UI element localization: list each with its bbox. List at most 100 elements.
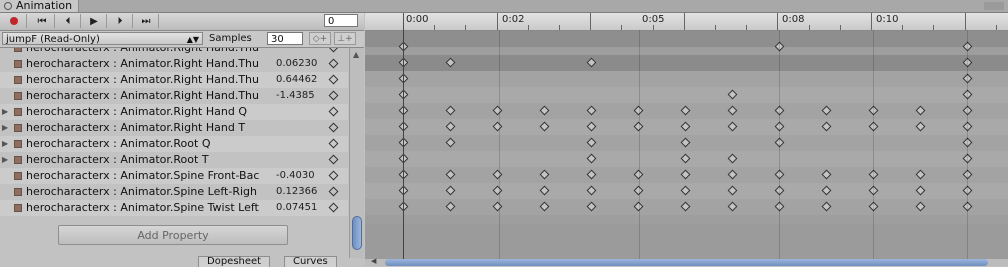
record-button[interactable] bbox=[2, 14, 27, 28]
expand-arrow-icon[interactable]: ▶ bbox=[2, 155, 8, 164]
keyframe[interactable] bbox=[915, 121, 926, 132]
keyframe[interactable] bbox=[539, 121, 550, 132]
keyframe-diamond-icon[interactable] bbox=[328, 106, 339, 117]
keyframe[interactable] bbox=[727, 89, 738, 100]
expand-arrow-icon[interactable]: ▶ bbox=[2, 123, 8, 132]
keyframe-diamond-icon[interactable] bbox=[328, 186, 339, 197]
keyframe[interactable] bbox=[680, 137, 691, 148]
add-event-button[interactable]: ⊥+ bbox=[334, 32, 356, 45]
keyframe-diamond-icon[interactable] bbox=[328, 74, 339, 85]
keyframe[interactable] bbox=[727, 185, 738, 196]
keyframe-diamond-icon[interactable] bbox=[328, 58, 339, 69]
samples-field[interactable]: 30 bbox=[267, 32, 303, 45]
expand-arrow-icon[interactable]: ▶ bbox=[2, 139, 8, 148]
property-value[interactable]: 0.12366 bbox=[276, 184, 330, 200]
keyframe[interactable] bbox=[445, 105, 456, 116]
keyframe[interactable] bbox=[821, 121, 832, 132]
property-row[interactable]: herocharacterx : Animator.Right Hand.Thu… bbox=[0, 88, 348, 104]
keyframe-track[interactable] bbox=[365, 151, 1008, 167]
keyframe-track[interactable] bbox=[365, 119, 1008, 135]
keyframe[interactable] bbox=[492, 201, 503, 212]
keyframe[interactable] bbox=[445, 121, 456, 132]
timeline-scroll-thumb[interactable] bbox=[385, 259, 988, 266]
keyframe-area[interactable] bbox=[365, 47, 1008, 224]
first-frame-button[interactable]: ⏮ bbox=[30, 14, 55, 28]
keyframe[interactable] bbox=[821, 185, 832, 196]
keyframe-track[interactable] bbox=[365, 55, 1008, 71]
last-frame-button[interactable]: ⏭ bbox=[134, 14, 159, 28]
keyframe[interactable] bbox=[445, 201, 456, 212]
keyframe[interactable] bbox=[586, 169, 597, 180]
keyframe-track[interactable] bbox=[365, 183, 1008, 199]
keyframe[interactable] bbox=[915, 185, 926, 196]
keyframe[interactable] bbox=[445, 57, 456, 68]
window-menu-handle[interactable] bbox=[984, 2, 1004, 10]
keyframe[interactable] bbox=[727, 201, 738, 212]
keyframe[interactable] bbox=[727, 121, 738, 132]
property-scrollbar[interactable]: ▲ bbox=[349, 48, 364, 258]
property-row[interactable]: ▶ herocharacterx : Animator.Root Q bbox=[0, 136, 348, 152]
keyframe[interactable] bbox=[492, 185, 503, 196]
property-value[interactable]: -0.4030 bbox=[276, 168, 330, 184]
keyframe-track[interactable] bbox=[365, 103, 1008, 119]
keyframe-diamond-icon[interactable] bbox=[328, 122, 339, 133]
property-row[interactable]: herocharacterx : Animator.Right Hand.Thu bbox=[0, 48, 348, 56]
keyframe-track[interactable] bbox=[365, 199, 1008, 215]
time-ruler[interactable]: 0:00 0:02 0:05 0:08 0:10 bbox=[365, 13, 1008, 31]
property-row[interactable]: herocharacterx : Animator.Spine Left-Rig… bbox=[0, 184, 348, 200]
keyframe-diamond-icon[interactable] bbox=[328, 170, 339, 181]
property-row[interactable]: herocharacterx : Animator.Right Hand.Thu… bbox=[0, 72, 348, 88]
keyframe[interactable] bbox=[539, 105, 550, 116]
previous-frame-button[interactable]: ⏴ bbox=[56, 14, 81, 28]
keyframe-track[interactable] bbox=[365, 167, 1008, 183]
keyframe[interactable] bbox=[586, 153, 597, 164]
keyframe-diamond-icon[interactable] bbox=[328, 138, 339, 149]
property-row[interactable]: ▶ herocharacterx : Animator.Right Hand Q bbox=[0, 104, 348, 120]
keyframe-diamond-icon[interactable] bbox=[328, 202, 339, 213]
keyframe[interactable] bbox=[915, 169, 926, 180]
keyframe[interactable] bbox=[539, 169, 550, 180]
scroll-up-icon[interactable]: ▲ bbox=[353, 50, 359, 59]
keyframe[interactable] bbox=[915, 105, 926, 116]
add-property-button[interactable]: Add Property bbox=[58, 225, 288, 245]
keyframe[interactable] bbox=[821, 201, 832, 212]
tab-curves[interactable]: Curves bbox=[284, 256, 337, 267]
keyframe[interactable] bbox=[492, 121, 503, 132]
keyframe[interactable] bbox=[445, 169, 456, 180]
keyframe[interactable] bbox=[539, 185, 550, 196]
property-row[interactable]: herocharacterx : Animator.Right Hand.Thu… bbox=[0, 56, 348, 72]
property-value[interactable]: 0.64462 bbox=[276, 72, 330, 88]
keyframe[interactable] bbox=[680, 201, 691, 212]
add-keyframe-button[interactable]: ◇+ bbox=[309, 32, 331, 45]
keyframe[interactable] bbox=[586, 137, 597, 148]
keyframe[interactable] bbox=[445, 185, 456, 196]
property-row[interactable]: ▶ herocharacterx : Animator.Right Hand T bbox=[0, 120, 348, 136]
scroll-left-icon[interactable]: ◀ bbox=[371, 257, 376, 265]
clip-selector[interactable]: jumpF (Read-Only) ▲▼ bbox=[2, 32, 203, 45]
keyframe[interactable] bbox=[586, 105, 597, 116]
keyframe[interactable] bbox=[680, 169, 691, 180]
keyframe[interactable] bbox=[727, 169, 738, 180]
tab-dopesheet[interactable]: Dopesheet bbox=[198, 256, 271, 267]
keyframe[interactable] bbox=[586, 57, 597, 68]
animation-tab[interactable]: Animation bbox=[0, 0, 80, 12]
keyframe-diamond-icon[interactable] bbox=[328, 154, 339, 165]
keyframe[interactable] bbox=[492, 105, 503, 116]
keyframe[interactable] bbox=[727, 105, 738, 116]
expand-arrow-icon[interactable]: ▶ bbox=[2, 107, 8, 116]
property-row[interactable]: herocharacterx : Animator.Spine Front-Ba… bbox=[0, 168, 348, 184]
keyframe[interactable] bbox=[586, 121, 597, 132]
keyframe[interactable] bbox=[539, 201, 550, 212]
play-button[interactable]: ▶ bbox=[82, 14, 107, 28]
keyframe[interactable] bbox=[445, 137, 456, 148]
keyframe[interactable] bbox=[727, 153, 738, 164]
frame-field[interactable]: 0 bbox=[324, 14, 358, 27]
scroll-thumb[interactable] bbox=[352, 216, 362, 250]
property-row[interactable]: herocharacterx : Animator.Spine Twist Le… bbox=[0, 200, 348, 216]
keyframe[interactable] bbox=[586, 185, 597, 196]
keyframe[interactable] bbox=[680, 185, 691, 196]
keyframe[interactable] bbox=[915, 201, 926, 212]
keyframe-track[interactable] bbox=[365, 87, 1008, 103]
keyframe[interactable] bbox=[680, 153, 691, 164]
keyframe[interactable] bbox=[680, 121, 691, 132]
